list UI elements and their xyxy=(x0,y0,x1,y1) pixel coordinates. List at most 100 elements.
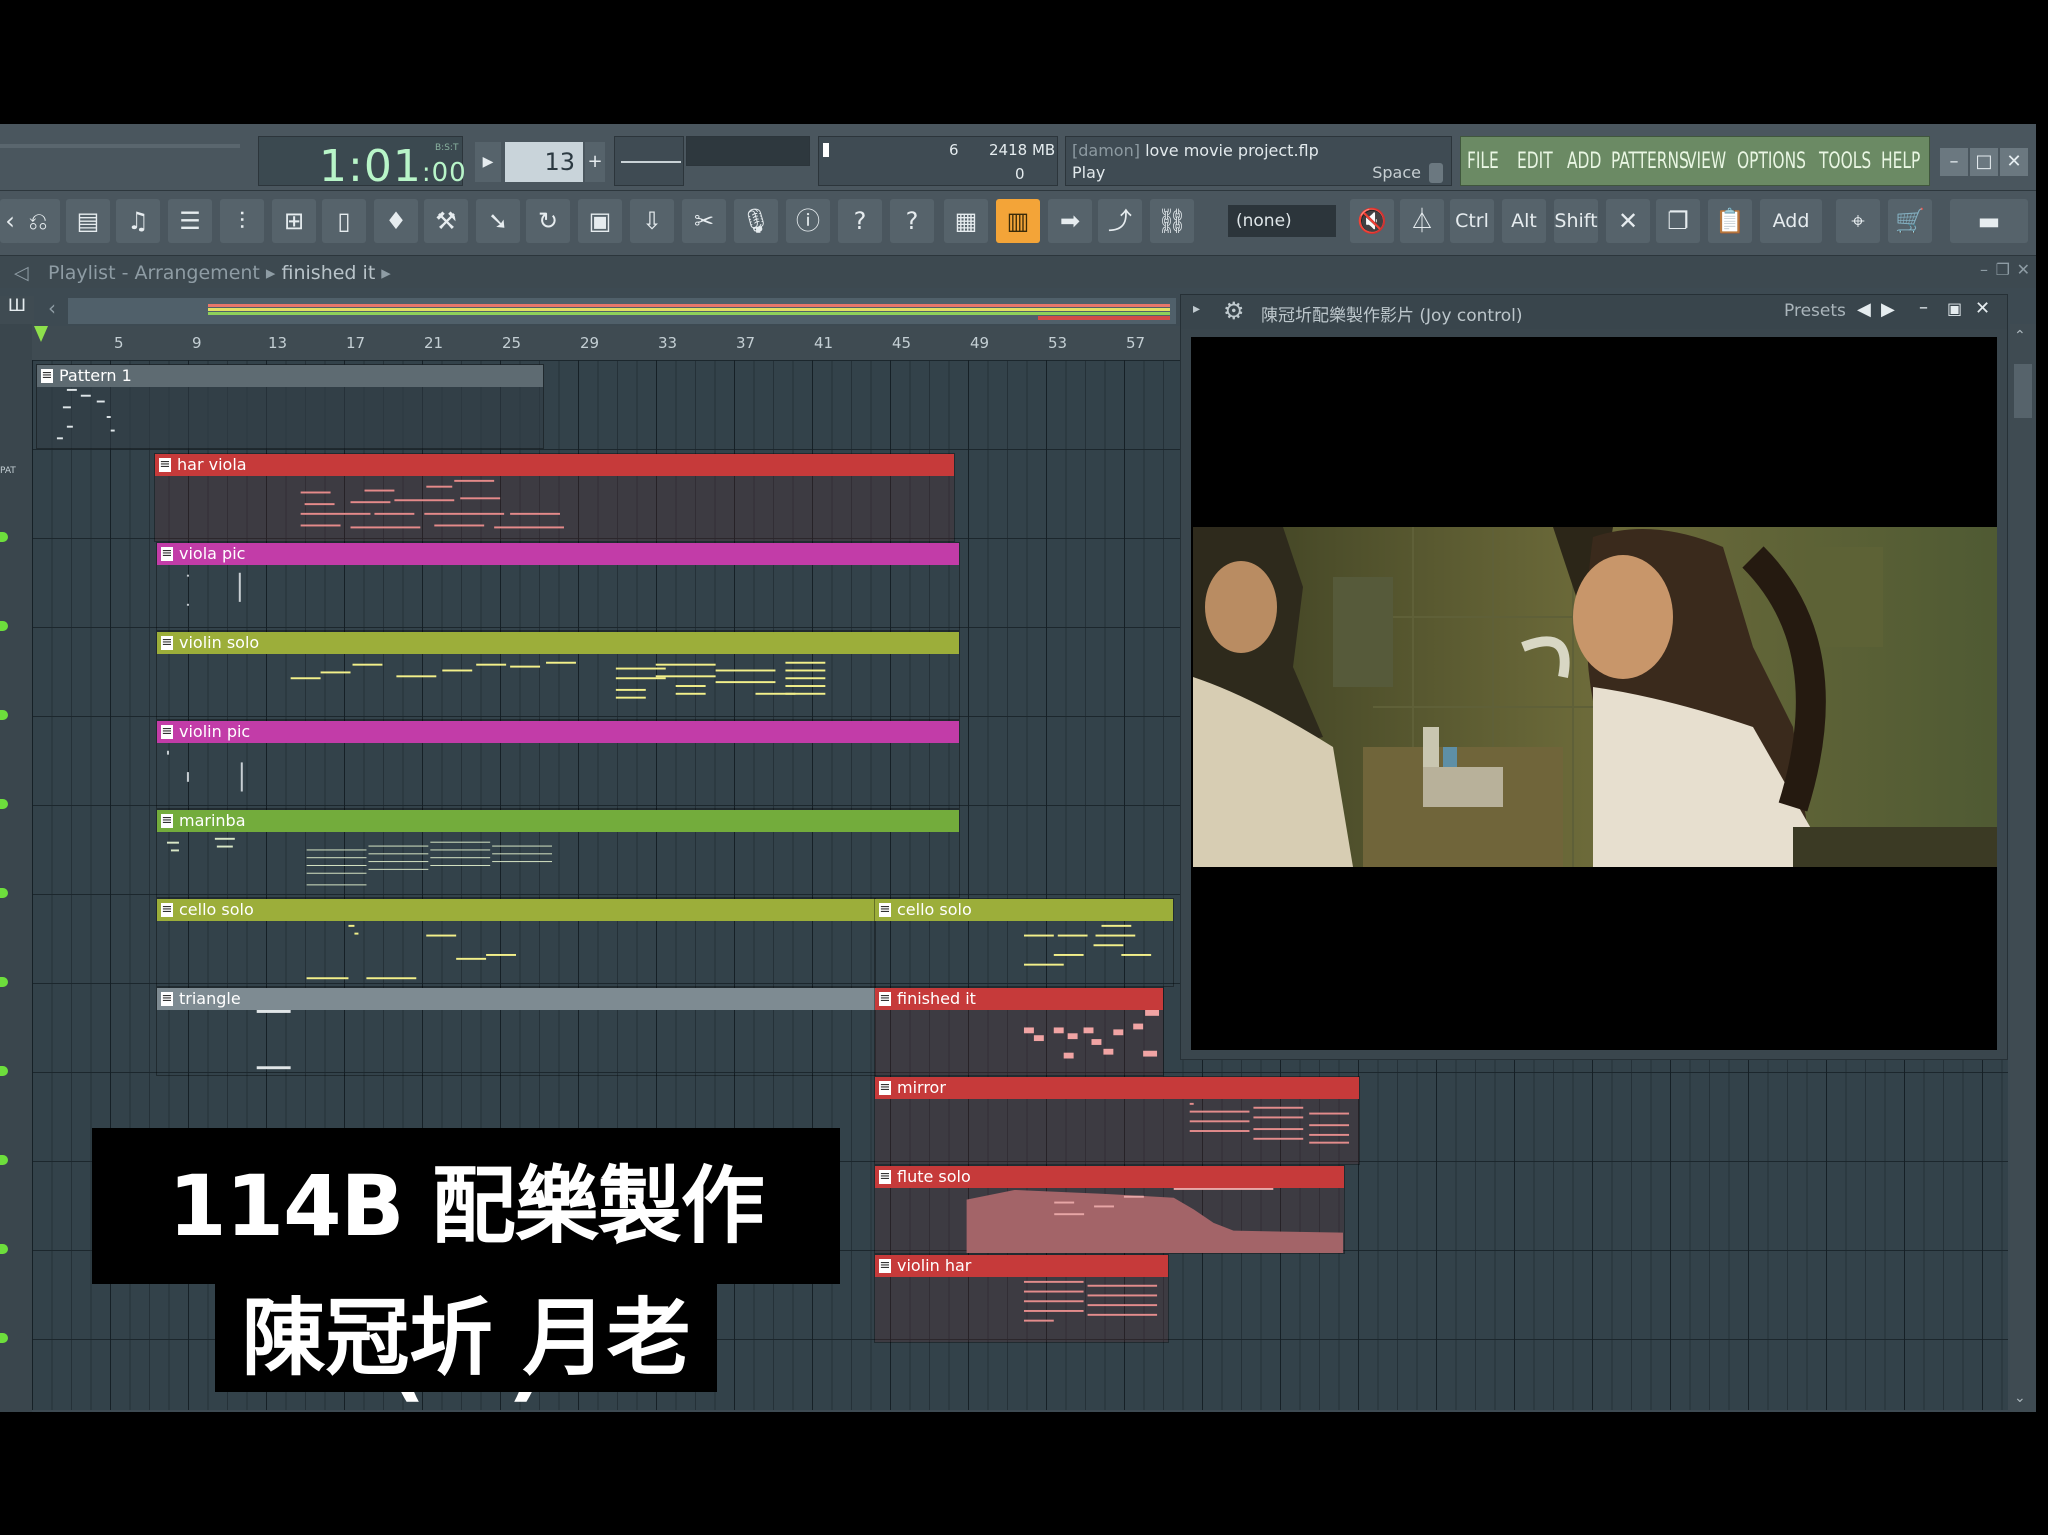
menu-add[interactable]: ADD xyxy=(1567,149,1601,174)
playlist-restore-icon[interactable]: ❐ xyxy=(1996,260,2010,279)
timeline-ruler[interactable]: 5 9 13 17 21 25 29 33 37 41 45 49 53 57 xyxy=(32,326,1180,360)
add-button[interactable]: Add xyxy=(1760,199,1822,243)
playhead-marker-icon[interactable] xyxy=(34,326,48,342)
tempo-control[interactable]: ▶ 13 + xyxy=(475,142,605,182)
playlist-minimize-icon[interactable]: – xyxy=(1980,260,1988,279)
cello-solo-clip[interactable]: cello solo xyxy=(156,898,876,987)
undo-icon[interactable]: ↻ xyxy=(526,199,570,243)
metronome-toolbar-icon[interactable]: ⏃ xyxy=(1400,199,1444,243)
breadcrumb-current[interactable]: finished it xyxy=(282,262,376,284)
presets-button[interactable]: Presets xyxy=(1784,301,1846,321)
mute-icon[interactable]: 🔇 xyxy=(1350,199,1394,243)
cut-icon[interactable]: ✂ xyxy=(682,199,726,243)
plugin-minimize-icon[interactable]: – xyxy=(1919,297,1928,318)
menu-help[interactable]: HELP xyxy=(1881,149,1920,174)
target-select[interactable]: (none) xyxy=(1228,205,1336,237)
track-led[interactable] xyxy=(0,621,8,631)
violin-solo-clip[interactable]: violin solo xyxy=(156,631,960,720)
violin-har-clip[interactable]: violin har xyxy=(874,1254,1169,1343)
pattern-clip[interactable]: Pattern 1 xyxy=(36,364,544,449)
close-icon[interactable]: ✕ xyxy=(2000,148,2028,176)
wrench-icon[interactable]: ⚒ xyxy=(424,199,468,243)
menu-view[interactable]: VIEW xyxy=(1686,149,1726,174)
track-led[interactable] xyxy=(0,1155,8,1165)
plugin-maximize-icon[interactable]: ▣ xyxy=(1947,299,1962,318)
viola-pic-clip[interactable]: viola pic xyxy=(156,542,960,631)
microphone-icon[interactable]: 🎙 xyxy=(734,199,778,243)
plugin-titlebar[interactable]: ▸ ⚙ 陳冠圻配樂製作影片 (Joy control) Presets ◀ ▶ … xyxy=(1181,295,2007,329)
scroll-up-icon[interactable]: ⌃ xyxy=(2014,328,2026,344)
pattern-selector[interactable] xyxy=(614,136,684,186)
ctrl-button[interactable]: Ctrl xyxy=(1450,199,1494,243)
gear-icon[interactable]: ⚙ xyxy=(1223,297,1245,325)
scroll-thumb[interactable] xyxy=(2014,364,2032,418)
finished-it-clip[interactable]: finished it xyxy=(874,987,1164,1076)
play-arrow-icon[interactable]: ▶ xyxy=(475,142,501,182)
channel-rack-icon[interactable]: ☰ xyxy=(168,199,212,243)
track-led[interactable] xyxy=(0,888,8,898)
scroll-down-icon[interactable]: ⌄ xyxy=(2014,1390,2026,1406)
scroll-left-icon[interactable]: ‹ xyxy=(38,296,66,324)
render-icon[interactable]: ⇩ xyxy=(630,199,674,243)
track-led[interactable] xyxy=(0,710,8,720)
triangle-clip[interactable]: triangle xyxy=(156,987,876,1076)
menu-patterns[interactable]: PATTERNS xyxy=(1611,149,1689,174)
snap-line-icon[interactable]: ⌖ xyxy=(1836,199,1880,243)
track-led[interactable] xyxy=(0,977,8,987)
wait-record-icon[interactable]: ⎌ xyxy=(16,199,60,243)
piano-roll-icon[interactable]: ▥ xyxy=(996,199,1040,243)
plugin-close-icon[interactable]: ✕ xyxy=(1975,298,1990,319)
playlist-overview-scrollbar[interactable] xyxy=(68,298,1176,324)
alt-button[interactable]: Alt xyxy=(1502,199,1546,243)
tempo-value[interactable]: 13 xyxy=(505,142,583,182)
info-icon[interactable]: ⓘ xyxy=(786,199,830,243)
copy-icon[interactable]: ❐ xyxy=(1656,199,1700,243)
mode-display[interactable] xyxy=(686,136,810,166)
help-bubble-icon[interactable]: ? xyxy=(838,199,882,243)
shop-icon[interactable]: 🛒 xyxy=(1888,199,1932,243)
question-icon[interactable]: ? xyxy=(890,199,934,243)
vertical-scrollbar[interactable]: ⌃ ⌄ xyxy=(2010,324,2036,1412)
track-led[interactable] xyxy=(0,532,8,542)
marinba-clip[interactable]: marinba xyxy=(156,809,960,898)
save-icon[interactable]: ▣ xyxy=(578,199,622,243)
plugin-menu-arrow-icon[interactable]: ▸ xyxy=(1193,301,1200,317)
track-led[interactable] xyxy=(0,799,8,809)
maximize-icon[interactable]: □ xyxy=(1970,148,1998,176)
track-led[interactable] xyxy=(0,1244,8,1254)
link-icon[interactable]: ⛓ xyxy=(1150,199,1194,243)
plus-icon[interactable]: + xyxy=(585,142,605,182)
breadcrumb-root[interactable]: Playlist - Arrangement xyxy=(48,262,260,284)
plugin-icon[interactable]: ♦ xyxy=(374,199,418,243)
menu-options[interactable]: OPTIONS xyxy=(1737,149,1806,174)
shift-button[interactable]: Shift xyxy=(1554,199,1598,243)
cut-tool-icon[interactable]: ✕ xyxy=(1606,199,1650,243)
new-file-icon[interactable]: ▯ xyxy=(322,199,366,243)
step-edit-icon[interactable]: ▤ xyxy=(66,199,110,243)
snap-icon[interactable]: ➘ xyxy=(476,199,520,243)
minimize-icon[interactable]: – xyxy=(1940,148,1968,176)
automation-icon[interactable]: ⤴ xyxy=(1098,199,1142,243)
preset-prev-icon[interactable]: ◀ xyxy=(1857,299,1871,320)
speaker-icon[interactable]: ◁ xyxy=(14,262,29,284)
flute-solo-clip[interactable]: flute solo xyxy=(874,1165,1345,1254)
violin-pic-clip[interactable]: violin pic xyxy=(156,720,960,809)
browser-icon[interactable]: ⊞ xyxy=(272,199,316,243)
preset-next-icon[interactable]: ▶ xyxy=(1881,299,1895,320)
menu-file[interactable]: FILE xyxy=(1467,149,1499,174)
arrow-right-icon[interactable]: ➡ xyxy=(1048,199,1092,243)
mixer-icon[interactable]: ⫶ xyxy=(220,199,264,243)
track-led[interactable] xyxy=(0,1066,8,1076)
mirror-clip[interactable]: mirror xyxy=(874,1076,1360,1165)
har-viola-clip[interactable]: har viola xyxy=(154,453,955,542)
song-time-display[interactable]: 1:01:00 B:S:T xyxy=(258,136,466,192)
flag-icon[interactable]: ▬ xyxy=(1950,199,2028,243)
playlist-close-icon[interactable]: ✕ xyxy=(2017,260,2030,279)
menu-edit[interactable]: EDIT xyxy=(1517,149,1553,174)
playlist-icon[interactable]: ▦ xyxy=(944,199,988,243)
typing-keyboard-icon[interactable]: ♫ xyxy=(116,199,160,243)
piano-keys-icon[interactable]: Ш xyxy=(0,296,34,324)
paste-icon[interactable]: 📋 xyxy=(1708,199,1752,243)
cello-solo-clip-2[interactable]: cello solo xyxy=(874,898,1174,987)
track-led[interactable] xyxy=(0,1333,8,1343)
